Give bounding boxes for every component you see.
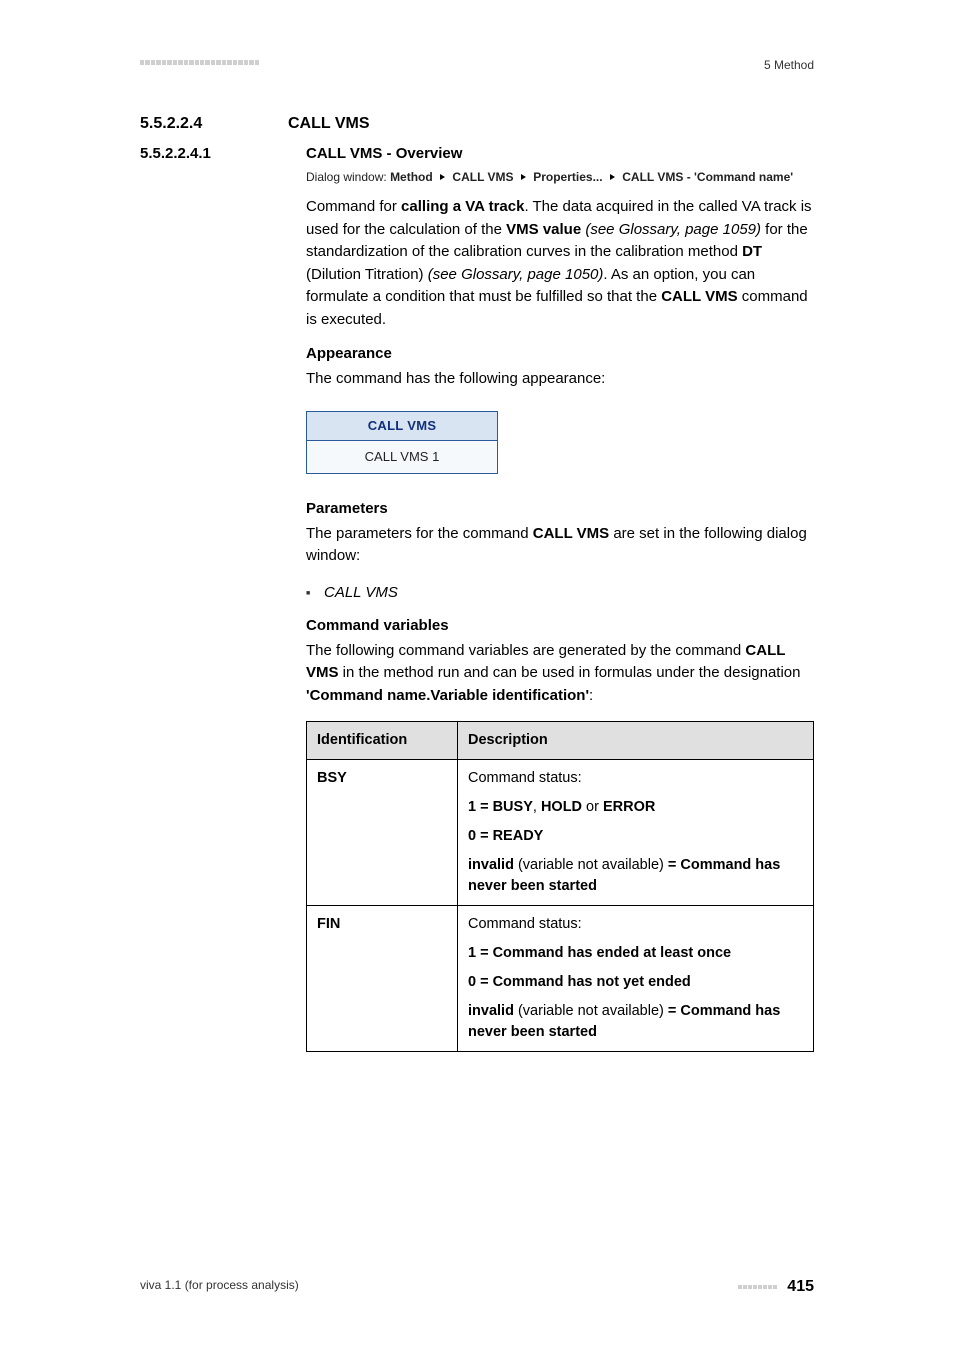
chevron-right-icon bbox=[440, 174, 445, 180]
table-header-identification: Identification bbox=[307, 722, 458, 760]
subsection-heading: 5.5.2.2.4.1 CALL VMS - Overview bbox=[140, 145, 814, 162]
dialog-prefix: Dialog window: bbox=[306, 170, 387, 184]
table-cell-desc: Command status: 1 = BUSY, HOLD or ERROR … bbox=[458, 760, 814, 906]
cell-line: Command status: bbox=[468, 914, 803, 935]
text-bold: calling a VA track bbox=[401, 198, 524, 215]
table-cell-desc: Command status: 1 = Command has ended at… bbox=[458, 906, 814, 1052]
section-number: 5.5.2.2.4 bbox=[140, 115, 260, 133]
footer-decor bbox=[738, 1280, 781, 1294]
breadcrumb-part: Properties... bbox=[533, 170, 602, 184]
command-variables-table: Identification Description BSY Command s… bbox=[306, 721, 814, 1052]
text-bold: invalid bbox=[468, 1003, 514, 1019]
text-bold: invalid bbox=[468, 857, 514, 873]
text-bold: CALL VMS bbox=[533, 525, 609, 542]
cell-line: 1 = Command has ended at least once bbox=[468, 943, 803, 964]
breadcrumb-part: CALL VMS - 'Command name' bbox=[622, 170, 793, 184]
cell-line: 0 = Command has not yet ended bbox=[468, 972, 803, 993]
text: (variable not available) bbox=[514, 857, 668, 873]
cell-line: invalid (variable not available) = Comma… bbox=[468, 1001, 803, 1043]
command-variables-text: The following command variables are gene… bbox=[306, 640, 814, 708]
text: Command for bbox=[306, 198, 401, 215]
table-row: BSY Command status: 1 = BUSY, HOLD or ER… bbox=[307, 760, 814, 906]
text-bold: 'Command name.Variable identification' bbox=[306, 687, 589, 704]
command-box-body: CALL VMS 1 bbox=[307, 441, 497, 473]
text-bold: 1 = Command has ended at least once bbox=[468, 945, 731, 961]
text-bold: ERROR bbox=[603, 799, 655, 815]
section-heading: 5.5.2.2.4 CALL VMS bbox=[140, 115, 814, 133]
cell-line: invalid (variable not available) = Comma… bbox=[468, 855, 803, 897]
footer-right: 415 bbox=[738, 1278, 814, 1296]
text-bold: 0 = READY bbox=[468, 828, 543, 844]
table-cell-id: BSY bbox=[307, 760, 458, 906]
breadcrumb-part: CALL VMS bbox=[452, 170, 513, 184]
list-item: CALL VMS bbox=[306, 582, 814, 603]
parameters-text: The parameters for the command CALL VMS … bbox=[306, 523, 814, 568]
command-box-header: CALL VMS bbox=[307, 412, 497, 441]
subsection-title: CALL VMS - Overview bbox=[306, 145, 462, 162]
appearance-text: The command has the following appearance… bbox=[306, 368, 814, 391]
intro-paragraph: Command for calling a VA track. The data… bbox=[306, 196, 814, 331]
cell-line: 0 = READY bbox=[468, 826, 803, 847]
cell-line: Command status: bbox=[468, 768, 803, 789]
footer-left: viva 1.1 (for process analysis) bbox=[140, 1278, 299, 1292]
text-bold: 1 = BUSY bbox=[468, 799, 533, 815]
text-bold: DT bbox=[742, 243, 762, 260]
command-variables-heading: Command variables bbox=[306, 617, 814, 634]
table-header-description: Description bbox=[458, 722, 814, 760]
text: (Dilution Titration) bbox=[306, 266, 428, 283]
header-decor bbox=[140, 60, 260, 66]
text-bold: VMS value bbox=[506, 221, 581, 238]
header-chapter: 5 Method bbox=[764, 58, 814, 72]
text-bold: 0 = Command has not yet ended bbox=[468, 974, 691, 990]
table-row: FIN Command status: 1 = Command has ende… bbox=[307, 906, 814, 1052]
text: , bbox=[533, 799, 541, 815]
parameters-list: CALL VMS bbox=[306, 582, 814, 603]
text: or bbox=[582, 799, 603, 815]
chevron-right-icon bbox=[521, 174, 526, 180]
text-italic: (see Glossary, page 1059) bbox=[585, 221, 761, 238]
text: The following command variables are gene… bbox=[306, 642, 745, 659]
text: (variable not available) bbox=[514, 1003, 668, 1019]
text-italic: (see Glossary, page 1050) bbox=[428, 266, 604, 283]
parameters-heading: Parameters bbox=[306, 500, 814, 517]
subsection-number: 5.5.2.2.4.1 bbox=[140, 145, 278, 162]
appearance-heading: Appearance bbox=[306, 345, 814, 362]
page-number: 415 bbox=[787, 1278, 814, 1295]
cell-line: 1 = BUSY, HOLD or ERROR bbox=[468, 797, 803, 818]
text-bold: HOLD bbox=[541, 799, 582, 815]
text: in the method run and can be used in for… bbox=[339, 664, 801, 681]
text: : bbox=[589, 687, 593, 704]
text: The parameters for the command bbox=[306, 525, 533, 542]
command-box: CALL VMS CALL VMS 1 bbox=[306, 411, 498, 474]
breadcrumb-part: Method bbox=[390, 170, 433, 184]
section-title: CALL VMS bbox=[288, 115, 369, 133]
text-bold: CALL VMS bbox=[661, 288, 737, 305]
dialog-window-path: Dialog window: Method CALL VMS Propertie… bbox=[306, 168, 814, 186]
chevron-right-icon bbox=[610, 174, 615, 180]
table-cell-id: FIN bbox=[307, 906, 458, 1052]
